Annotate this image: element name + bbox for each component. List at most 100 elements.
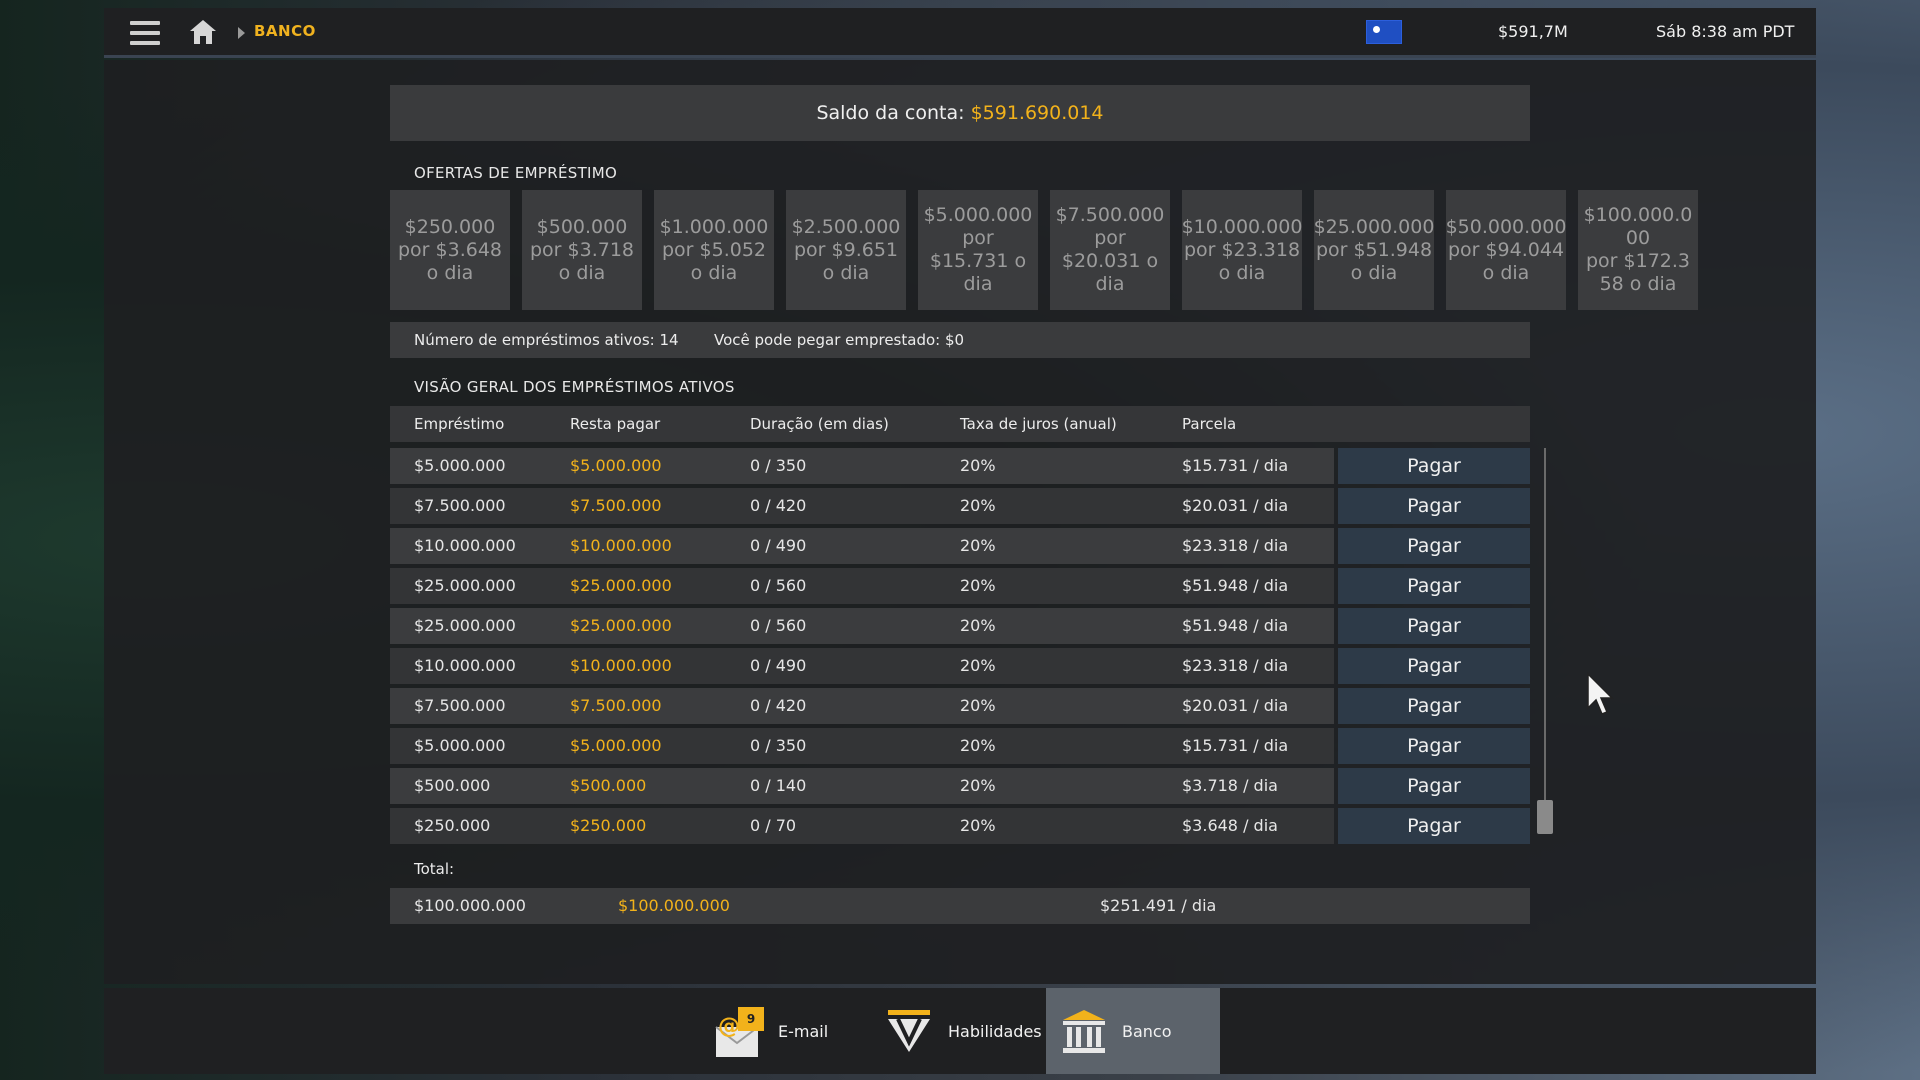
total-remaining: $100.000.000	[618, 896, 730, 915]
loan-offer[interactable]: $10.000.000 por $23.318 o dia	[1182, 190, 1302, 310]
offer-amount: $7.500.000	[1055, 204, 1165, 226]
remaining-amount: $5.000.000	[570, 456, 662, 475]
region-flag-icon	[1366, 20, 1402, 44]
header-loan: Empréstimo	[414, 415, 505, 433]
interest-rate: 20%	[960, 616, 996, 635]
table-row: $25.000.000 $25.000.000 0 / 560 20% $51.…	[390, 568, 1530, 604]
offers-title: OFERTAS DE EMPRÉSTIMO	[414, 164, 618, 182]
loans-table-header: Empréstimo Resta pagar Duração (em dias)…	[390, 406, 1530, 442]
offer-amount: $250.000	[404, 215, 496, 238]
dock-item-email[interactable]: @ 9 E-mail	[712, 988, 862, 1074]
loan-duration: 0 / 140	[750, 776, 807, 795]
loan-offer[interactable]: $250.000 por $3.648 o dia	[390, 190, 510, 310]
loan-offer[interactable]: $7.500.000 por $20.031 o dia	[1050, 190, 1170, 310]
offer-amount: $25.000.000	[1313, 215, 1435, 238]
table-row: $250.000 $250.000 0 / 70 20% $3.648 / di…	[390, 808, 1530, 844]
table-row: $7.500.000 $7.500.000 0 / 420 20% $20.03…	[390, 488, 1530, 524]
balance-value: $591.690.014	[970, 102, 1104, 124]
loan-duration: 0 / 70	[750, 816, 797, 835]
loan-amount: $5.000.000	[414, 456, 506, 475]
scrollbar-thumb[interactable]	[1537, 800, 1553, 834]
total-label: Total:	[414, 860, 455, 878]
loan-amount: $500.000	[414, 776, 491, 795]
scrollbar-track[interactable]	[1544, 448, 1546, 834]
interest-rate: 20%	[960, 456, 996, 475]
balance-label: Saldo da conta:	[816, 102, 971, 124]
pay-button[interactable]: Pagar	[1338, 728, 1530, 764]
pay-button[interactable]: Pagar	[1338, 768, 1530, 804]
table-row: $5.000.000 $5.000.000 0 / 350 20% $15.73…	[390, 448, 1530, 484]
hamburger-menu-icon[interactable]	[130, 21, 160, 45]
offer-amount: $1.000.000	[659, 215, 769, 238]
loan-offer[interactable]: $1.000.000 por $5.052 o dia	[654, 190, 774, 310]
offer-amount: $10.000.000	[1181, 215, 1303, 238]
pay-button[interactable]: Pagar	[1338, 808, 1530, 844]
loan-duration: 0 / 420	[750, 696, 807, 715]
loan-offer[interactable]: $100.000.000 por $172.358 o dia	[1578, 190, 1698, 310]
dock-item-bank[interactable]: Banco	[1046, 988, 1220, 1074]
offer-rate: por $15.731 o dia	[929, 227, 1027, 295]
installment: $20.031 / dia	[1182, 696, 1289, 715]
offer-rate: por $5.052 o dia	[661, 238, 767, 284]
remaining-amount: $25.000.000	[570, 576, 672, 595]
loan-offer[interactable]: $500.000 por $3.718 o dia	[522, 190, 642, 310]
skills-icon	[888, 1010, 930, 1052]
installment: $23.318 / dia	[1182, 536, 1289, 555]
total-row: $100.000.000 $100.000.000 $251.491 / dia	[390, 888, 1530, 924]
installment: $23.318 / dia	[1182, 656, 1289, 675]
pay-button[interactable]: Pagar	[1338, 528, 1530, 564]
offer-amount: $500.000	[536, 215, 628, 238]
loan-duration: 0 / 560	[750, 576, 807, 595]
email-badge: 9	[738, 1007, 764, 1031]
loan-amount: $10.000.000	[414, 656, 516, 675]
pay-button[interactable]: Pagar	[1338, 448, 1530, 484]
loan-amount: $25.000.000	[414, 576, 516, 595]
svg-text:@: @	[718, 1014, 740, 1039]
interest-rate: 20%	[960, 536, 996, 555]
money-display: $591,7M	[1498, 22, 1568, 41]
header-interest: Taxa de juros (anual)	[960, 415, 1117, 433]
installment: $20.031 / dia	[1182, 496, 1289, 515]
loan-duration: 0 / 560	[750, 616, 807, 635]
pay-button[interactable]: Pagar	[1338, 568, 1530, 604]
offer-rate: por $3.648 o dia	[397, 238, 503, 284]
account-balance: Saldo da conta: $591.690.014	[390, 85, 1530, 141]
pay-button[interactable]: Pagar	[1338, 608, 1530, 644]
remaining-amount: $7.500.000	[570, 696, 662, 715]
installment: $15.731 / dia	[1182, 456, 1289, 475]
table-row: $5.000.000 $5.000.000 0 / 350 20% $15.73…	[390, 728, 1530, 764]
installment: $51.948 / dia	[1182, 576, 1289, 595]
installment: $3.648 / dia	[1182, 816, 1278, 835]
remaining-amount: $250.000	[570, 816, 647, 835]
offer-amount: $2.500.000	[791, 215, 901, 238]
home-icon[interactable]	[188, 18, 218, 46]
header-installment: Parcela	[1182, 415, 1237, 433]
loan-offer[interactable]: $25.000.000 por $51.948 o dia	[1314, 190, 1434, 310]
dock-label-bank: Banco	[1122, 1021, 1172, 1041]
remaining-amount: $500.000	[570, 776, 647, 795]
interest-rate: 20%	[960, 816, 996, 835]
table-row: $25.000.000 $25.000.000 0 / 560 20% $51.…	[390, 608, 1530, 644]
dock-item-skills[interactable]: Habilidades	[884, 988, 1044, 1074]
offer-amount: $5.000.000	[923, 204, 1033, 226]
loan-offer[interactable]: $5.000.000 por $15.731 o dia	[918, 190, 1038, 310]
loan-offer[interactable]: $2.500.000 por $9.651 o dia	[786, 190, 906, 310]
offer-rate: por $172.358 o dia	[1585, 250, 1691, 295]
remaining-amount: $5.000.000	[570, 736, 662, 755]
loan-duration: 0 / 490	[750, 536, 807, 555]
loan-duration: 0 / 420	[750, 496, 807, 515]
mouse-cursor-icon	[1587, 672, 1614, 715]
installment: $15.731 / dia	[1182, 736, 1289, 755]
installment: $51.948 / dia	[1182, 616, 1289, 635]
loan-offer[interactable]: $50.000.000 por $94.044 o dia	[1446, 190, 1566, 310]
loan-amount: $250.000	[414, 816, 491, 835]
pay-button[interactable]: Pagar	[1338, 648, 1530, 684]
pay-button[interactable]: Pagar	[1338, 688, 1530, 724]
total-installment: $251.491 / dia	[1100, 896, 1217, 915]
loan-duration: 0 / 350	[750, 456, 807, 475]
pay-button[interactable]: Pagar	[1338, 488, 1530, 524]
interest-rate: 20%	[960, 776, 996, 795]
offer-amount: $50.000.000	[1445, 215, 1567, 238]
offer-rate: por $9.651 o dia	[793, 238, 899, 284]
active-loans-title: VISÃO GERAL DOS EMPRÉSTIMOS ATIVOS	[414, 378, 735, 396]
